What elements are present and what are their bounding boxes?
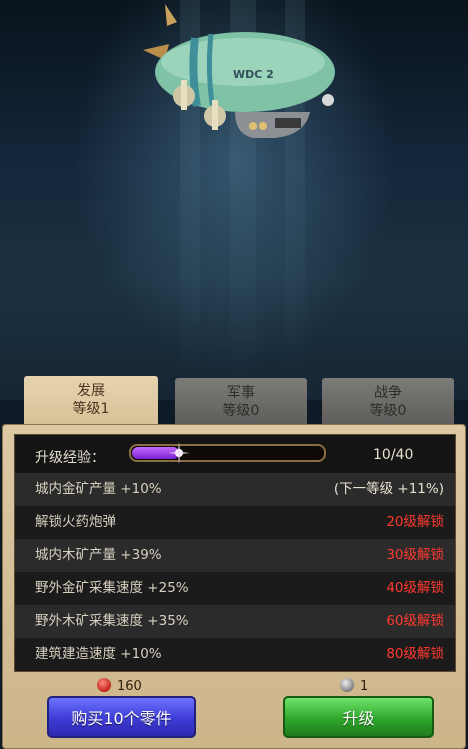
parts-cost: 1 (340, 678, 368, 694)
bonus-row: 城内木矿产量 +39% 30级解锁 (15, 539, 455, 572)
tab-development-label: 发展 (77, 383, 105, 399)
gear-icon (340, 678, 354, 692)
bonus-status: 40级解锁 (386, 580, 444, 596)
tab-war-label: 战争 (374, 385, 402, 401)
bonus-row: 野外木矿采集速度 +35% 60级解锁 (15, 605, 455, 638)
exp-label: 升级经验： (35, 450, 105, 466)
gem-cost: 160 (97, 678, 142, 694)
bonus-row: 野外金矿采集速度 +25% 40级解锁 (15, 572, 455, 605)
bonus-status: 80级解锁 (386, 646, 444, 662)
tab-military-label: 军事 (227, 385, 255, 401)
bonus-text: 城内金矿产量 +10% (35, 481, 162, 497)
tab-development[interactable]: 发展 等级1 (24, 376, 158, 426)
tab-military[interactable]: 军事 等级0 (175, 378, 307, 424)
bonus-text: 城内木矿产量 +39% (35, 547, 162, 563)
airship-label: WDC 2 (233, 68, 274, 81)
tab-military-level: 等级0 (222, 403, 260, 419)
tab-war-level: 等级0 (369, 403, 407, 419)
parts-cost-value: 1 (360, 679, 369, 694)
bonus-row: 城内金矿产量 +10% (下一等级 +11%) (15, 473, 455, 506)
exp-progress-bar (129, 442, 326, 464)
bonus-text: 建筑建造速度 +10% (35, 646, 162, 662)
upgrade-button[interactable]: 升级 (283, 696, 434, 738)
bonus-row: 解锁火药炮弹 20级解锁 (15, 506, 455, 539)
tab-war[interactable]: 战争 等级0 (322, 378, 454, 424)
bonus-status: 20级解锁 (386, 514, 444, 530)
bonus-status: 60级解锁 (386, 613, 444, 629)
gem-cost-value: 160 (117, 679, 142, 694)
exp-row: 升级经验： 10/40 (15, 438, 455, 473)
gem-icon (97, 678, 111, 692)
exp-value: 10/40 (373, 447, 414, 463)
airship-scene: WDC 2 (0, 0, 468, 400)
airship-image: WDC 2 (143, 4, 335, 138)
bonus-status: (下一等级 +11%) (333, 481, 444, 497)
bonus-text: 野外木矿采集速度 +35% (35, 613, 189, 629)
bonus-row: 建筑建造速度 +10% 80级解锁 (15, 638, 455, 671)
bonus-text: 野外金矿采集速度 +25% (35, 580, 189, 596)
bonus-text: 解锁火药炮弹 (35, 514, 116, 530)
bonus-status: 30级解锁 (386, 547, 444, 563)
sparkle-icon (168, 442, 190, 464)
tab-development-level: 等级1 (72, 401, 110, 417)
buy-parts-button[interactable]: 购买10个零件 (47, 696, 196, 738)
